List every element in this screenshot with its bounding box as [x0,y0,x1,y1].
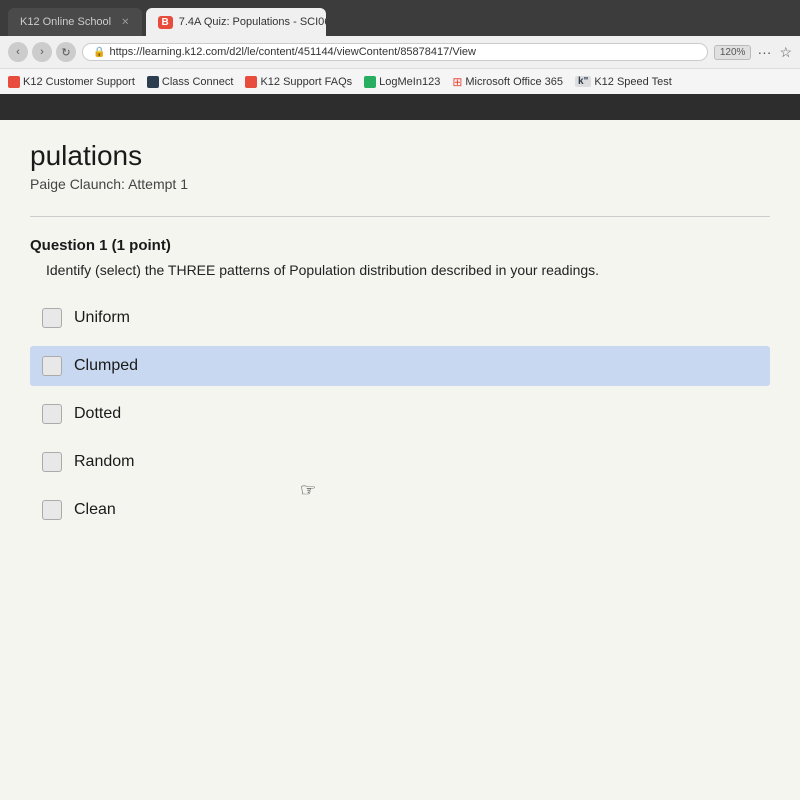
bookmark-class-connect-icon [147,76,159,88]
tab-quiz-icon: B [158,16,173,29]
address-text: https://learning.k12.com/d2l/le/content/… [109,46,476,58]
bookmark-k12-support-label: K12 Customer Support [23,76,135,88]
answer-option-uniform[interactable]: Uniform [30,298,770,338]
answer-label-clean: Clean [74,501,116,519]
address-bar-row: ‹ › ↻ 🔒 https://learning.k12.com/d2l/le/… [0,36,800,68]
content-area: pulations Paige Claunch: Attempt 1 Quest… [0,120,800,800]
bookmark-office365[interactable]: ⊞ Microsoft Office 365 [452,75,563,89]
refresh-button[interactable]: ↻ [56,42,76,62]
checkbox-clean[interactable] [42,500,62,520]
bookmark-class-connect[interactable]: Class Connect [147,76,234,88]
tab-k12[interactable]: K12 Online School ✕ [8,8,142,36]
bookmark-k12-faqs-label: K12 Support FAQs [260,76,352,88]
tab-k12-close[interactable]: ✕ [121,17,129,28]
bookmark-speed-test-label: K12 Speed Test [594,76,671,88]
address-bar[interactable]: 🔒 https://learning.k12.com/d2l/le/conten… [82,43,708,61]
bookmarks-bar: K12 Customer Support Class Connect K12 S… [0,68,800,94]
bookmark-k12-faqs[interactable]: K12 Support FAQs [245,76,352,88]
bookmark-logmein[interactable]: LogMeIn123 [364,76,440,88]
checkbox-uniform[interactable] [42,308,62,328]
bookmark-k12-faqs-icon [245,76,257,88]
browser-chrome: K12 Online School ✕ B 7.4A Quiz: Populat… [0,0,800,120]
answer-option-dotted[interactable]: Dotted [30,394,770,434]
bookmark-logmein-label: LogMeIn123 [379,76,440,88]
tab-bar: K12 Online School ✕ B 7.4A Quiz: Populat… [0,0,800,36]
answer-option-clean[interactable]: Clean [30,490,770,530]
bookmark-icon[interactable]: ☆ [779,44,792,61]
question-text: Identify (select) the THREE patterns of … [30,262,770,278]
bookmark-class-connect-label: Class Connect [162,76,234,88]
bookmark-speed-test[interactable]: k" K12 Speed Test [575,76,672,88]
lock-icon: 🔒 [93,47,105,58]
answer-label-clumped: Clumped [74,357,138,375]
back-button[interactable]: ‹ [8,42,28,62]
answer-options-list: Uniform Clumped Dotted Random Clean [30,298,770,530]
divider [30,216,770,217]
answer-label-dotted: Dotted [74,405,121,423]
page-subtitle: Paige Claunch: Attempt 1 [30,176,770,192]
forward-button[interactable]: › [32,42,52,62]
menu-icon[interactable]: ··· [757,44,771,60]
bookmark-k12-support[interactable]: K12 Customer Support [8,76,135,88]
checkbox-dotted[interactable] [42,404,62,424]
answer-label-random: Random [74,453,134,471]
toolbar-icons: ··· ☆ [757,44,792,61]
question-header: Question 1 (1 point) [30,237,770,254]
checkbox-random[interactable] [42,452,62,472]
checkbox-clumped[interactable] [42,356,62,376]
bookmark-office365-icon: ⊞ [452,75,462,89]
bookmark-k12-support-icon [8,76,20,88]
zoom-badge: 120% [714,45,752,60]
page-title: pulations [30,140,770,172]
tab-quiz[interactable]: B 7.4A Quiz: Populations - SCI06 : ✕ [146,8,326,36]
bookmark-logmein-icon [364,76,376,88]
tab-quiz-label: 7.4A Quiz: Populations - SCI06 : [179,16,326,28]
answer-option-random[interactable]: Random [30,442,770,482]
bookmark-office365-label: Microsoft Office 365 [465,76,563,88]
nav-buttons: ‹ › ↻ [8,42,76,62]
answer-label-uniform: Uniform [74,309,130,327]
answer-option-clumped[interactable]: Clumped [30,346,770,386]
bookmark-speed-test-icon: k" [575,76,591,87]
tab-k12-label: K12 Online School [20,16,111,28]
